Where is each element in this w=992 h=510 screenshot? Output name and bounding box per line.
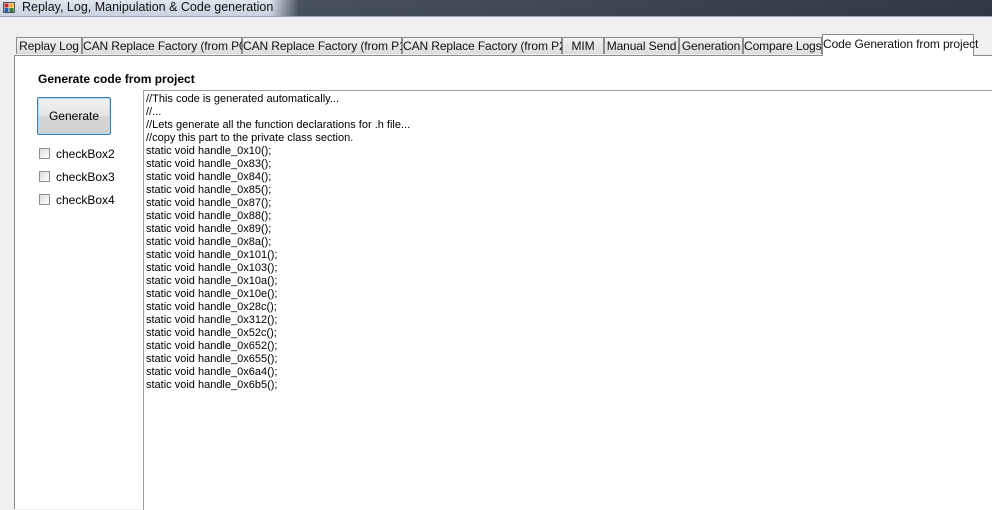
code-line: //This code is generated automatically..…: [146, 93, 340, 105]
code-line: static void handle_0x10e();: [146, 288, 278, 300]
code-line: static void handle_0x655();: [146, 353, 278, 365]
code-output-textbox[interactable]: //This code is generated automatically..…: [143, 90, 992, 510]
tab-can-replace-p1[interactable]: CAN Replace Factory (from P1): [242, 37, 410, 54]
checkbox-2-box[interactable]: [39, 148, 50, 160]
window-title: Replay, Log, Manipulation & Code generat…: [22, 0, 274, 14]
code-line: static void handle_0x312();: [146, 314, 278, 326]
checkbox-2[interactable]: checkBox2: [39, 145, 115, 161]
checkbox-3[interactable]: checkBox3: [39, 168, 115, 184]
tab-strip: Replay Log CAN Replace Factory (from P0)…: [0, 16, 992, 56]
checkbox-3-box[interactable]: [39, 171, 50, 183]
tab-mim[interactable]: MIM: [562, 37, 604, 54]
title-bar-background: [270, 0, 992, 16]
code-line: static void handle_0x84();: [146, 171, 272, 183]
code-line: static void handle_0x85();: [146, 184, 272, 196]
code-line: //Lets generate all the function declara…: [146, 119, 411, 131]
tab-generation[interactable]: Generation: [679, 37, 743, 54]
checkbox-4-box[interactable]: [39, 194, 50, 206]
tab-page-code-generation: Generate code from project Generate chec…: [14, 55, 992, 510]
code-line: static void handle_0x28c();: [146, 301, 277, 313]
tab-code-generation-from-project[interactable]: Code Generation from project: [822, 34, 978, 56]
code-line: static void handle_0x88();: [146, 210, 272, 222]
code-line: static void handle_0x8a();: [146, 236, 272, 248]
code-line: static void handle_0x6a4();: [146, 366, 278, 378]
app-icon: [3, 2, 15, 13]
checkbox-3-label: checkBox3: [56, 169, 115, 184]
code-line: static void handle_0x6b5();: [146, 379, 278, 391]
code-line: static void handle_0x87();: [146, 197, 272, 209]
code-line: static void handle_0x89();: [146, 223, 272, 235]
code-line: static void handle_0x10();: [146, 145, 272, 157]
section-heading: Generate code from project: [38, 72, 195, 86]
code-line: static void handle_0x652();: [146, 340, 278, 352]
code-line: static void handle_0x52c();: [146, 327, 277, 339]
code-line: static void handle_0x103();: [146, 262, 278, 274]
checkbox-2-label: checkBox2: [56, 146, 115, 161]
tab-can-replace-p0[interactable]: CAN Replace Factory (from P0): [82, 37, 250, 54]
tab-replay-log[interactable]: Replay Log: [16, 37, 82, 54]
tab-compare-logs[interactable]: Compare Logs: [743, 37, 822, 54]
code-line: static void handle_0x83();: [146, 158, 272, 170]
tab-manual-send[interactable]: Manual Send: [604, 37, 679, 54]
checkbox-4[interactable]: checkBox4: [39, 191, 115, 207]
code-line: //copy this part to the private class se…: [146, 132, 354, 144]
code-line: //...: [146, 106, 162, 118]
checkbox-4-label: checkBox4: [56, 192, 115, 207]
generate-button[interactable]: Generate: [37, 97, 111, 135]
title-bar: Replay, Log, Manipulation & Code generat…: [0, 0, 992, 17]
tab-can-replace-p2[interactable]: CAN Replace Factory (from P2): [402, 37, 570, 54]
code-line: static void handle_0x101();: [146, 249, 278, 261]
code-line: static void handle_0x10a();: [146, 275, 278, 287]
